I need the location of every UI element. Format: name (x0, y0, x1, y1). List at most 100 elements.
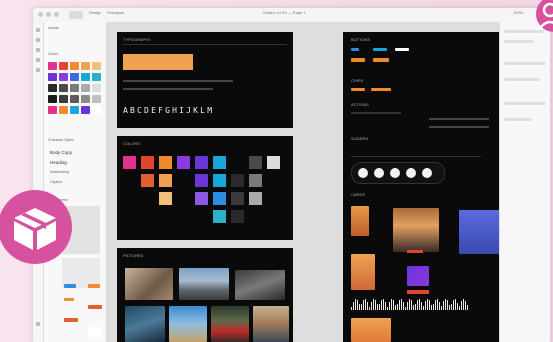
rectangle-tool-icon[interactable] (36, 38, 40, 42)
color-chip[interactable] (231, 192, 244, 205)
chip[interactable] (351, 88, 365, 91)
card-bottom[interactable] (351, 318, 391, 342)
typography-artboard[interactable]: TYPOGRAPHY ABCDEFGHIJKLM (117, 32, 293, 128)
color-chip[interactable] (141, 156, 154, 169)
color-swatch[interactable] (92, 62, 101, 70)
ellipse-tool-icon[interactable] (36, 48, 40, 52)
property-row[interactable] (504, 78, 540, 81)
photo-desert[interactable] (253, 306, 289, 342)
color-chip[interactable] (267, 156, 280, 169)
zoom-level[interactable]: 100% (513, 10, 523, 15)
color-swatch[interactable] (48, 62, 57, 70)
component-chip[interactable] (64, 318, 78, 322)
card-button[interactable] (407, 290, 429, 294)
round-button[interactable] (390, 168, 400, 178)
design-canvas[interactable]: TYPOGRAPHY ABCDEFGHIJKLM COLORS PICTURES… (107, 22, 525, 342)
colors-artboard[interactable]: COLORS (117, 136, 293, 240)
color-chip[interactable] (231, 174, 244, 187)
round-button[interactable] (358, 168, 368, 178)
color-swatch[interactable] (70, 95, 79, 103)
window-controls[interactable] (38, 12, 59, 17)
color-chip[interactable] (177, 156, 190, 169)
chip[interactable] (371, 88, 391, 91)
home-tab[interactable] (69, 11, 83, 19)
minimize-dot[interactable] (46, 12, 51, 17)
color-swatch[interactable] (81, 106, 90, 114)
photo-cliff[interactable] (125, 306, 165, 342)
component-button-orange[interactable] (88, 284, 100, 288)
color-swatch[interactable] (70, 106, 79, 114)
property-row[interactable] (504, 118, 532, 121)
select-tool-icon[interactable] (36, 28, 40, 32)
color-swatch[interactable] (59, 84, 68, 92)
pictures-artboard[interactable]: PICTURES (117, 248, 293, 342)
color-chip[interactable] (159, 192, 172, 205)
color-chip[interactable] (195, 192, 208, 205)
slider-track[interactable] (429, 118, 489, 120)
close-dot[interactable] (38, 12, 43, 17)
property-row[interactable] (504, 102, 546, 105)
text-style-item[interactable]: Subheading (50, 170, 69, 174)
color-swatch[interactable] (81, 84, 90, 92)
text-tool-icon[interactable] (36, 68, 40, 72)
round-button[interactable] (406, 168, 416, 178)
photo-rocks[interactable] (125, 268, 173, 300)
property-row[interactable] (504, 62, 546, 65)
color-swatch[interactable] (70, 73, 79, 81)
color-swatch[interactable] (48, 95, 57, 103)
color-chip[interactable] (159, 156, 172, 169)
card-photo[interactable] (393, 208, 439, 252)
layers-icon[interactable] (36, 322, 40, 326)
color-swatch[interactable] (70, 84, 79, 92)
card-orange[interactable] (351, 206, 369, 236)
color-swatch[interactable] (59, 106, 68, 114)
slider-track[interactable] (429, 126, 489, 128)
text-style-item[interactable]: Caption (50, 180, 62, 184)
color-chip[interactable] (213, 210, 226, 223)
color-chip[interactable] (249, 174, 262, 187)
card-purple[interactable] (407, 266, 429, 286)
color-chip[interactable] (159, 174, 172, 187)
maximize-dot[interactable] (54, 12, 59, 17)
color-swatch[interactable] (92, 95, 101, 103)
photo-person[interactable] (211, 306, 249, 342)
text-style-item[interactable]: Heading (50, 160, 67, 165)
components-artboard[interactable]: BUTTONS CHIPS ACTIONS SLIDERS CARDS (343, 32, 525, 342)
color-chip[interactable] (195, 156, 208, 169)
button-primary[interactable] (351, 58, 365, 62)
component-button-blue[interactable] (64, 284, 76, 288)
round-button[interactable] (374, 168, 384, 178)
property-row[interactable] (504, 40, 534, 43)
color-chip[interactable] (195, 174, 208, 187)
color-swatch[interactable] (81, 95, 90, 103)
photo-coast[interactable] (235, 270, 285, 300)
pen-tool-icon[interactable] (36, 58, 40, 62)
button-sample[interactable] (351, 48, 359, 51)
color-swatch[interactable] (59, 62, 68, 70)
button-sample[interactable] (373, 48, 387, 51)
color-swatch[interactable] (81, 62, 90, 70)
color-swatch[interactable] (48, 73, 57, 81)
color-chip[interactable] (123, 156, 136, 169)
color-chip[interactable] (249, 156, 262, 169)
color-swatch[interactable] (48, 84, 57, 92)
color-chip[interactable] (213, 156, 226, 169)
color-chip[interactable] (231, 210, 244, 223)
color-swatch[interactable] (70, 62, 79, 70)
component-chip[interactable] (64, 298, 74, 301)
tab-prototype[interactable]: Prototype (107, 10, 124, 15)
color-swatch[interactable] (59, 73, 68, 81)
photo-mountains[interactable] (179, 268, 229, 300)
component-card[interactable] (88, 327, 102, 337)
tab-design[interactable]: Design (89, 10, 101, 15)
card-gradient[interactable] (351, 254, 375, 290)
color-swatch[interactable] (48, 106, 57, 114)
color-chip[interactable] (141, 174, 154, 187)
photo-landscape[interactable] (169, 306, 207, 342)
color-chip[interactable] (213, 174, 226, 187)
color-swatch[interactable] (92, 73, 101, 81)
color-chip[interactable] (249, 192, 262, 205)
color-swatch[interactable] (59, 95, 68, 103)
button-sample[interactable] (395, 48, 409, 51)
color-chip[interactable] (213, 192, 226, 205)
